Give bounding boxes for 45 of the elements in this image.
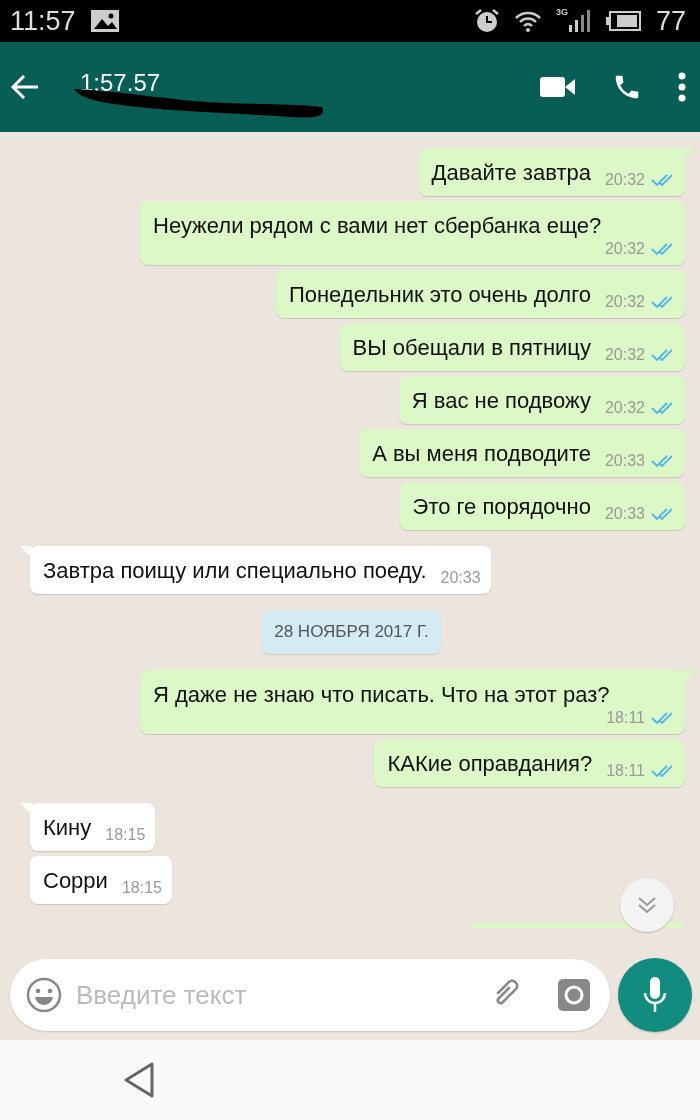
- chat-title: 1:57.57: [80, 69, 161, 96]
- message-text: Понедельник это очень долго: [288, 281, 591, 309]
- camera-icon[interactable]: [558, 979, 590, 1011]
- message-time: 20:32: [604, 240, 645, 258]
- message-text: Завтра поищу или специально поеду.: [43, 557, 427, 585]
- battery-icon: [605, 11, 642, 31]
- message-time: 18:15: [121, 879, 162, 897]
- message-time: 20:32: [604, 399, 645, 417]
- message-time: 20:33: [604, 452, 645, 470]
- message-text: А вы меня подводите: [372, 440, 591, 468]
- message-field[interactable]: Введите текст: [10, 959, 610, 1031]
- video-camera-icon[interactable]: [540, 75, 576, 99]
- picture-icon: [89, 9, 120, 33]
- alarm-icon: [473, 8, 500, 34]
- message-text: Это ге порядочно: [412, 493, 591, 521]
- network-type: 3G: [555, 7, 568, 17]
- message-text: Я вас не подвожу: [411, 387, 591, 415]
- message-text: Сорри: [43, 867, 108, 895]
- microphone-button[interactable]: [618, 958, 692, 1032]
- message-text: Кину: [43, 814, 92, 842]
- battery-level: 77: [655, 5, 686, 37]
- message-time: 20:33: [440, 569, 481, 587]
- message-text: КАКие оправдания?: [387, 750, 593, 778]
- message-time: 18:11: [606, 762, 645, 780]
- message-text: Давайте завтра: [431, 159, 591, 187]
- message-time: 18:15: [105, 826, 146, 844]
- microphone-icon: [642, 975, 668, 1015]
- emoji-icon[interactable]: [26, 977, 62, 1013]
- back-arrow-icon[interactable]: [10, 74, 40, 100]
- clock-time: 11:57: [10, 5, 76, 37]
- back-nav-icon[interactable]: [122, 1061, 156, 1099]
- wifi-icon: [513, 9, 542, 33]
- message-text: Неужели рядом с вами нет сбербанка еще?: [153, 212, 603, 240]
- message-time: 20:33: [604, 505, 645, 523]
- message-time: 18:11: [606, 709, 645, 727]
- message-time: 20:32: [604, 293, 645, 311]
- message-time: 20:32: [604, 171, 645, 189]
- message-text: ВЫ обещали в пятницу: [352, 334, 591, 362]
- more-options-icon[interactable]: [678, 72, 686, 102]
- message-time: 20:32: [604, 346, 645, 364]
- message-input[interactable]: Введите текст: [74, 978, 476, 1012]
- date-chip: 28 НОЯБРЯ 2017 Г.: [262, 610, 441, 654]
- double-chevron-down-icon: [636, 894, 658, 916]
- signal-icon: [567, 9, 592, 33]
- message-text: Я даже не знаю что писать. Что на этот раз?: [153, 681, 611, 709]
